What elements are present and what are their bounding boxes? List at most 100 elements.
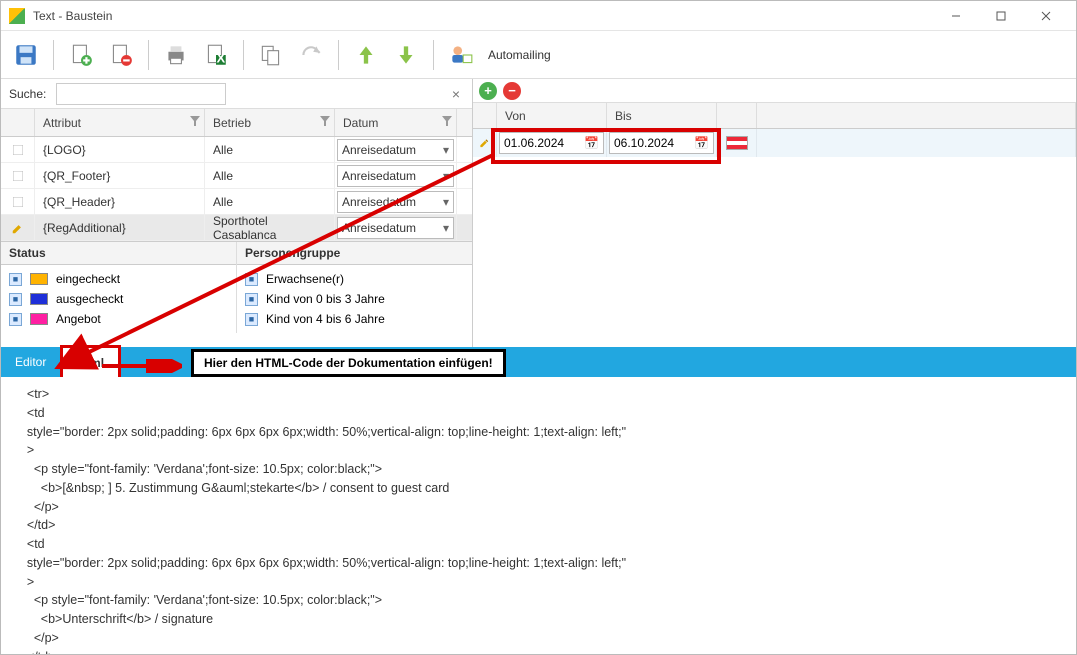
row-marker-icon [13,171,23,181]
export-excel-button[interactable]: X [199,38,233,72]
tab-editor[interactable]: Editor [1,347,60,377]
col-attribut[interactable]: Attribut [35,109,205,136]
checkbox-icon[interactable]: ■ [9,313,22,326]
grid-row[interactable]: {QR_Header}AlleAnreisedatum▾ [1,189,472,215]
flag-austria-icon [726,136,748,150]
status-header: Status [1,242,236,265]
bis-value: 06.10.2024 [614,136,674,150]
clear-search-icon[interactable]: × [448,86,464,102]
status-item[interactable]: ■ Angebot [7,309,230,329]
delete-document-button[interactable] [104,38,138,72]
color-swatch [30,273,48,285]
person-item[interactable]: ■ Kind von 4 bis 6 Jahre [243,309,466,329]
attribute-grid: Attribut Betrieb Datum {LOGO}AlleAnreise… [1,109,472,241]
chevron-down-icon: ▾ [443,143,449,157]
color-swatch [30,313,48,325]
cell-betrieb: Alle [205,137,335,162]
person-item[interactable]: ■ Kind von 0 bis 3 Jahre [243,289,466,309]
von-value: 01.06.2024 [504,136,564,150]
filter-icon[interactable] [442,115,452,129]
calendar-icon[interactable]: 📅 [694,136,709,150]
checkbox-icon[interactable]: ■ [245,293,258,306]
cell-attribut: {QR_Footer} [35,163,205,188]
cell-attribut: {RegAdditional} [35,215,205,240]
grid-row[interactable]: {LOGO}AlleAnreisedatum▾ [1,137,472,163]
datum-combo[interactable]: Anreisedatum▾ [337,217,454,239]
close-button[interactable] [1023,1,1068,31]
automailing-label[interactable]: Automailing [488,48,551,62]
move-down-button[interactable] [389,38,423,72]
chevron-down-icon: ▾ [443,221,449,235]
title-bar: Text - Baustein [1,1,1076,31]
datum-combo[interactable]: Anreisedatum▾ [337,165,454,187]
main-toolbar: X Automailing [1,31,1076,79]
cell-betrieb: Alle [205,163,335,188]
automailing-icon[interactable] [444,38,478,72]
person-label: Erwachsene(r) [266,272,344,286]
bis-date-input[interactable]: 06.10.2024 📅 [609,132,714,154]
datum-combo[interactable]: Anreisedatum▾ [337,191,454,213]
persons-header: Personengruppe [237,242,472,265]
persons-panel: Personengruppe ■ Erwachsene(r) ■ Kind von 0… [237,242,472,333]
maximize-button[interactable] [978,1,1023,31]
filter-icon[interactable] [320,115,330,129]
date-grid-header: Von Bis [473,103,1076,129]
status-panel: Status ■ eingecheckt ■ ausgecheckt ■ Angebot [1,242,237,333]
window-title: Text - Baustein [33,9,933,23]
minimize-button[interactable] [933,1,978,31]
grid-row[interactable]: {RegAdditional}Sporthotel CasablancaAnre… [1,215,472,241]
status-label: Angebot [56,312,101,326]
status-label: ausgecheckt [56,292,123,306]
annotation-hint: Hier den HTML-Code der Dokumentation ein… [191,349,506,377]
col-betrieb[interactable]: Betrieb [205,109,335,136]
window-controls [933,1,1068,31]
row-marker-icon [13,197,23,207]
new-document-button[interactable] [64,38,98,72]
save-button[interactable] [9,38,43,72]
checkbox-icon[interactable]: ■ [245,273,258,286]
remove-row-button[interactable]: − [503,82,521,100]
person-item[interactable]: ■ Erwachsene(r) [243,269,466,289]
tab-html[interactable]: Html [60,345,121,377]
add-row-button[interactable]: + [479,82,497,100]
col-datum[interactable]: Datum [335,109,457,136]
status-item[interactable]: ■ ausgecheckt [7,289,230,309]
cell-betrieb: Alle [205,189,335,214]
search-label: Suche: [9,87,46,101]
checkbox-icon[interactable]: ■ [245,313,258,326]
cell-attribut: {QR_Header} [35,189,205,214]
redo-arrow-icon[interactable] [294,38,328,72]
person-label: Kind von 4 bis 6 Jahre [266,312,385,326]
von-date-input[interactable]: 01.06.2024 📅 [499,132,604,154]
search-row: Suche: × [1,79,472,109]
status-item[interactable]: ■ eingecheckt [7,269,230,289]
grid-row[interactable]: {QR_Footer}AlleAnreisedatum▾ [1,163,472,189]
chevron-down-icon: ▾ [443,195,449,209]
chevron-down-icon: ▾ [443,169,449,183]
cell-attribut: {LOGO} [35,137,205,162]
person-label: Kind von 0 bis 3 Jahre [266,292,385,306]
copy-button[interactable] [254,38,288,72]
html-code-editor[interactable]: <tr> <td style="border: 2px solid;paddin… [1,377,1076,654]
filter-icon[interactable] [190,115,200,129]
print-button[interactable] [159,38,193,72]
date-row[interactable]: 01.06.2024 📅 06.10.2024 📅 [473,129,1076,157]
col-bis[interactable]: Bis [607,103,717,128]
checkbox-icon[interactable]: ■ [9,273,22,286]
edit-pencil-icon [11,221,25,235]
move-up-button[interactable] [349,38,383,72]
grid-header: Attribut Betrieb Datum [1,109,472,137]
edit-pencil-icon [479,136,490,150]
svg-text:X: X [217,50,226,65]
datum-combo[interactable]: Anreisedatum▾ [337,139,454,161]
app-logo-icon [9,8,25,24]
status-label: eingecheckt [56,272,120,286]
color-swatch [30,293,48,305]
editor-tabs: Editor Html Hier den HTML-Code der Dokum… [1,347,1076,377]
checkbox-icon[interactable]: ■ [9,293,22,306]
row-marker-icon [13,145,23,155]
calendar-icon[interactable]: 📅 [584,136,599,150]
col-von[interactable]: Von [497,103,607,128]
right-toolbar: + − [473,79,1076,103]
search-input[interactable] [56,83,226,105]
